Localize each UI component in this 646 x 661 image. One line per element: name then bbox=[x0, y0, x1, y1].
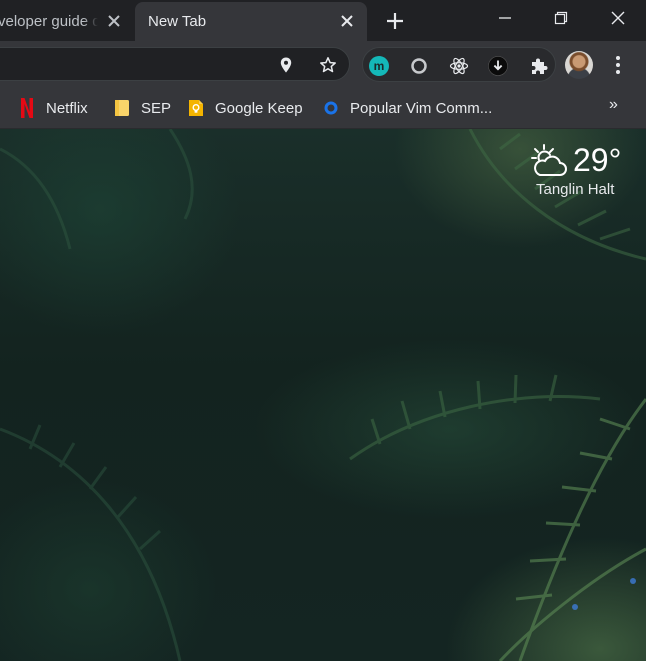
bookmark-star-icon[interactable] bbox=[319, 56, 337, 74]
three-dots-vertical-icon bbox=[616, 56, 620, 74]
foliage-decoration bbox=[0, 129, 646, 661]
download-extension-icon[interactable] bbox=[488, 56, 508, 76]
bookmarks-bar: Netflix SEP Google Keep Popular Vim Comm… bbox=[0, 88, 646, 129]
vim-icon bbox=[322, 99, 340, 117]
close-tab-icon[interactable] bbox=[339, 13, 355, 29]
toolbar: m bbox=[0, 41, 646, 88]
restore-button[interactable] bbox=[532, 0, 589, 36]
extensions-group: m bbox=[362, 47, 556, 82]
bookmark-label: Popular Vim Comm... bbox=[350, 99, 493, 117]
tab-title: veloper guide d bbox=[0, 13, 98, 30]
puzzle-extensions-icon[interactable] bbox=[529, 56, 549, 76]
folder-icon bbox=[113, 99, 131, 117]
keep-icon bbox=[187, 99, 205, 117]
weather-temperature: 29° bbox=[573, 142, 622, 178]
bookmark-label: Netflix bbox=[46, 99, 88, 117]
weather-widget[interactable]: 29° Tanglin Halt bbox=[530, 141, 640, 203]
bookmarks-overflow-button[interactable]: » bbox=[609, 96, 618, 114]
netflix-icon bbox=[18, 98, 36, 118]
circle-extension-icon[interactable] bbox=[409, 56, 429, 76]
location-pin-icon[interactable] bbox=[277, 56, 295, 74]
close-window-button[interactable] bbox=[589, 0, 646, 36]
omnibox[interactable] bbox=[0, 47, 350, 81]
weather-location: Tanglin Halt bbox=[536, 181, 615, 198]
ntp-background: 29° Tanglin Halt bbox=[0, 129, 646, 661]
new-tab-button[interactable] bbox=[383, 9, 407, 33]
tab-developer-guide[interactable]: veloper guide d bbox=[0, 2, 134, 41]
tab-new-tab[interactable]: New Tab bbox=[135, 2, 367, 41]
address-input[interactable] bbox=[5, 54, 249, 76]
bookmark-label: SEP bbox=[141, 99, 172, 117]
bookmark-popular-vim[interactable]: Popular Vim Comm... bbox=[322, 96, 492, 120]
partly-cloudy-icon bbox=[530, 143, 570, 179]
bookmark-sep[interactable]: SEP bbox=[113, 96, 171, 120]
profile-avatar[interactable] bbox=[565, 51, 593, 79]
close-icon bbox=[611, 11, 624, 25]
bookmark-google-keep[interactable]: Google Keep bbox=[187, 96, 303, 120]
plus-icon bbox=[387, 13, 403, 29]
bookmark-label: Google Keep bbox=[215, 99, 303, 117]
bookmark-netflix[interactable]: Netflix bbox=[18, 96, 88, 120]
react-devtools-icon[interactable] bbox=[449, 56, 469, 76]
tab-strip: veloper guide d New Tab bbox=[0, 0, 646, 41]
minimize-icon bbox=[498, 17, 511, 19]
m-extension-icon[interactable]: m bbox=[369, 56, 389, 76]
more-menu-button[interactable] bbox=[608, 53, 628, 77]
svg-text:m: m bbox=[374, 59, 385, 73]
restore-icon bbox=[554, 11, 567, 25]
close-tab-icon[interactable] bbox=[106, 13, 122, 29]
tab-title: New Tab bbox=[148, 13, 207, 30]
minimize-button[interactable] bbox=[476, 0, 533, 36]
